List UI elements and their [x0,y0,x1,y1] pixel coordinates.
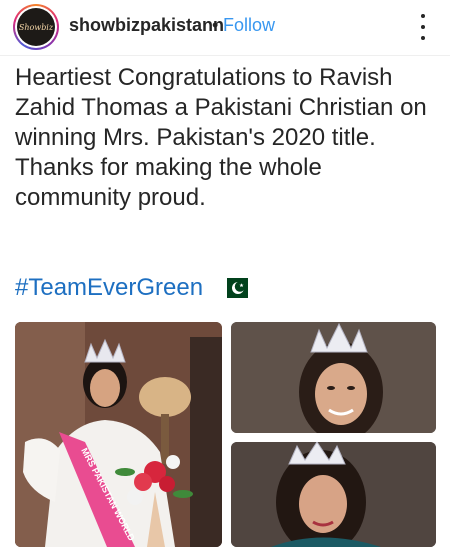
more-options-icon[interactable] [420,14,426,40]
post-image-main[interactable]: MRS PAKISTAN WORLD [15,322,222,547]
pakistan-flag-icon [220,278,249,298]
post-caption: Heartiest Congratulations to Ravish Zahi… [15,64,427,211]
hashtag-row: #TeamEverGreen [15,273,249,303]
username-link[interactable]: showbizpakistann [69,15,224,36]
avatar-logo: Showbiz [17,8,55,46]
post-image-top-right[interactable] [231,322,436,433]
separator-dot: • [212,15,219,35]
post-image-bottom-right[interactable] [231,442,436,547]
post-header: Showbiz showbizpakistann • Follow [0,0,450,56]
profile-avatar[interactable]: Showbiz [13,4,59,50]
follow-button[interactable]: Follow [223,15,275,36]
hashtag-link[interactable]: #TeamEverGreen [15,274,203,302]
